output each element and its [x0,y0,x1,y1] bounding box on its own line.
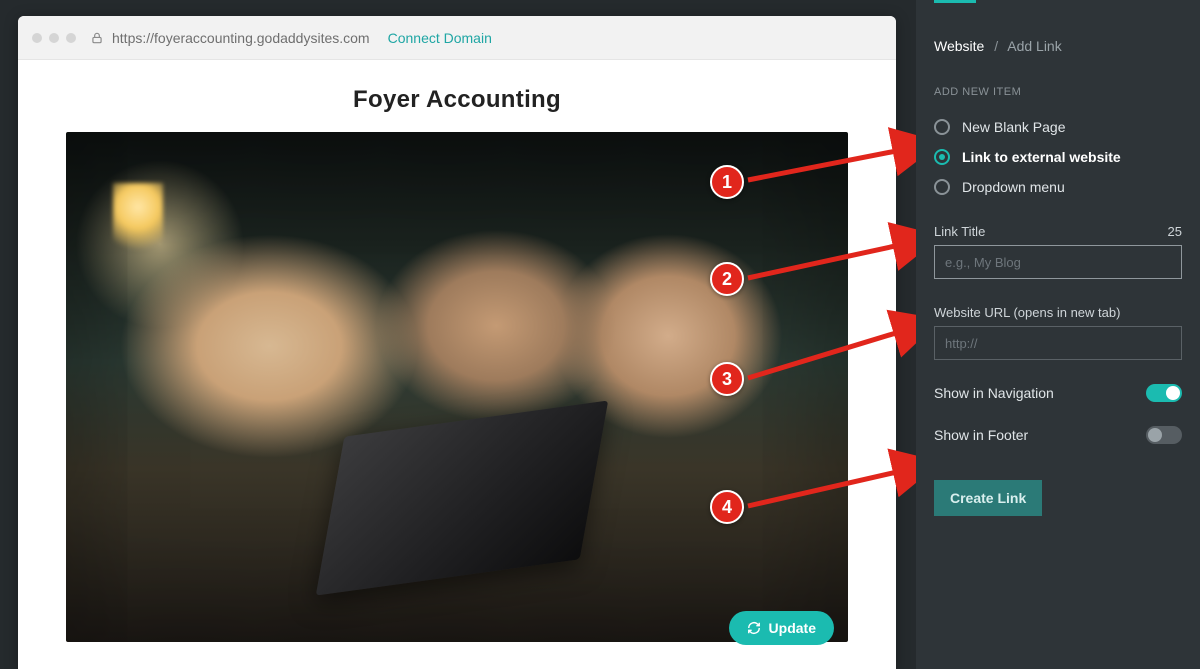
website-url-input[interactable] [934,326,1182,360]
traffic-dot [32,33,42,43]
site-title: Foyer Accounting [18,60,896,132]
update-button[interactable]: Update [729,611,834,645]
link-title-input[interactable] [934,245,1182,279]
option-new-blank-page[interactable]: New Blank Page [934,112,1182,142]
browser-window: https://foyeraccounting.godaddysites.com… [18,16,896,669]
website-url-label: Website URL (opens in new tab) [934,305,1120,320]
section-label: ADD NEW ITEM [934,86,1182,98]
radio-label: Dropdown menu [962,179,1065,195]
refresh-icon [747,621,761,635]
hero-image [66,132,848,642]
radio-label: Link to external website [962,149,1121,165]
show-in-navigation-toggle[interactable] [1146,384,1182,402]
option-link-external[interactable]: Link to external website [934,142,1182,172]
breadcrumb-separator: / [994,38,998,54]
settings-sidebar: Website / Add Link ADD NEW ITEM New Blan… [916,0,1200,669]
radio-icon [934,179,950,195]
show-in-navigation-label: Show in Navigation [934,385,1054,401]
breadcrumb: Website / Add Link [934,16,1182,60]
show-in-footer-toggle[interactable] [1146,426,1182,444]
breadcrumb-current: Add Link [1007,38,1061,54]
show-in-footer-label: Show in Footer [934,427,1028,443]
radio-label: New Blank Page [962,119,1066,135]
page-preview: Foyer Accounting Update [18,60,896,669]
sidebar-tab-indicator [916,0,1200,8]
window-controls [32,33,76,43]
traffic-dot [66,33,76,43]
radio-icon [934,149,950,165]
url-bar: https://foyeraccounting.godaddysites.com… [18,16,896,60]
connect-domain-link[interactable]: Connect Domain [388,30,492,46]
lock-icon [90,31,104,45]
radio-icon [934,119,950,135]
create-link-button[interactable]: Create Link [934,480,1042,516]
breadcrumb-root[interactable]: Website [934,38,984,54]
option-dropdown-menu[interactable]: Dropdown menu [934,172,1182,202]
link-title-char-count: 25 [1168,224,1182,239]
url-text: https://foyeraccounting.godaddysites.com [112,30,370,46]
update-button-label: Update [769,620,816,636]
traffic-dot [49,33,59,43]
link-title-label: Link Title [934,224,985,239]
